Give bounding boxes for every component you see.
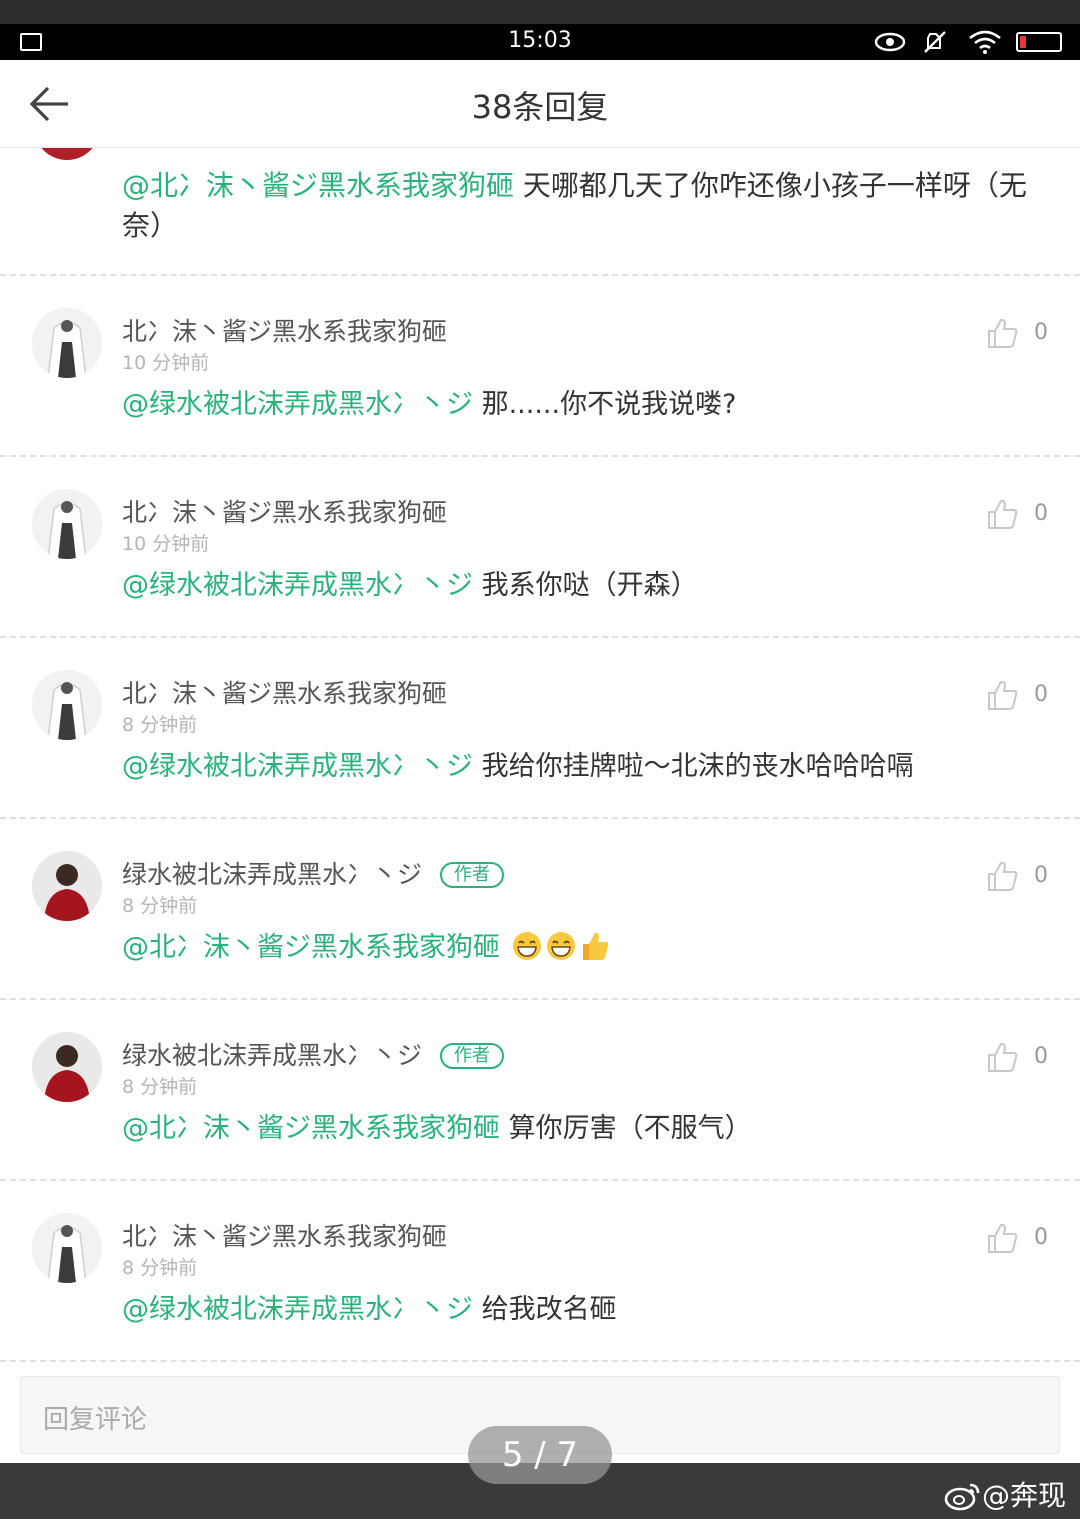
author-badge: 作者 — [440, 1043, 505, 1069]
timestamp: 8 分钟前 — [122, 1257, 198, 1279]
thumbs-up-icon[interactable] — [986, 316, 1020, 350]
list-item: 绿水被北沫弄成黑水冫丶ジ 作者 8 分钟前 @北冫沫丶酱ジ黑水系我家狗砸 0 — [0, 819, 1080, 1000]
like-count: 0 — [1034, 682, 1048, 707]
thumbs-up-icon[interactable] — [986, 1221, 1020, 1255]
page-title: 38条回复 — [471, 88, 609, 126]
mention-link[interactable]: @绿水被北沫弄成黑水冫丶ジ — [122, 570, 473, 601]
thumbs-up-icon[interactable] — [986, 1040, 1020, 1074]
mention-link[interactable]: @绿水被北沫弄成黑水冫丶ジ — [122, 1294, 473, 1325]
reply-placeholder: 回复评论 — [43, 1405, 148, 1435]
thumbs-up-emoji-icon — [582, 932, 608, 960]
wifi-icon — [969, 30, 1001, 54]
like-count: 0 — [1034, 501, 1048, 526]
battery-icon — [1016, 32, 1062, 52]
avatar[interactable] — [32, 489, 102, 559]
thumbs-up-icon[interactable] — [986, 497, 1020, 531]
like-count: 0 — [1034, 320, 1048, 345]
list-item: 北冫沫丶酱ジ黑水系我家狗砸 10 分钟前 @绿水被北沫弄成黑水冫丶ジ 我系你哒（… — [0, 457, 1080, 638]
avatar[interactable] — [32, 1213, 102, 1283]
thumbs-up-icon[interactable] — [986, 859, 1020, 893]
avatar[interactable] — [32, 308, 102, 378]
watermark: @奔现 — [944, 1474, 1066, 1514]
mention-link[interactable]: @绿水被北沫弄成黑水冫丶ジ — [122, 751, 473, 782]
like-count: 0 — [1034, 1225, 1048, 1250]
username[interactable]: 北冫沫丶酱ジ黑水系我家狗砸 — [122, 493, 447, 529]
weibo-logo-icon — [944, 1483, 980, 1511]
thumbs-up-icon[interactable] — [986, 678, 1020, 712]
laughing-emoji-icon — [512, 932, 541, 960]
timestamp: 8 分钟前 — [122, 1076, 198, 1098]
timestamp: 10 分钟前 — [122, 533, 210, 555]
mention-link[interactable]: @绿水被北沫弄成黑水冫丶ジ — [122, 389, 473, 420]
username[interactable]: 绿水被北沫弄成黑水冫丶ジ 作者 — [122, 855, 505, 891]
comment-text: @绿水被北沫弄成黑水冫丶ジ 我系你哒（开森） — [122, 570, 698, 601]
username[interactable]: 北冫沫丶酱ジ黑水系我家狗砸 — [122, 674, 447, 710]
avatar[interactable] — [32, 1032, 102, 1102]
comment-text: @北冫沫丶酱ジ黑水系我家狗砸 — [122, 925, 611, 964]
mention-link[interactable]: @北冫沫丶酱ジ黑水系我家狗砸 — [122, 932, 500, 963]
list-item: 绿水被北沫弄成黑水冫丶ジ 作者 8 分钟前 @北冫沫丶酱ジ黑水系我家狗砸 算你厉害… — [0, 1000, 1080, 1181]
timestamp: 10 分钟前 — [122, 352, 210, 374]
timestamp: 8 分钟前 — [122, 714, 198, 736]
list-item: 北冫沫丶酱ジ黑水系我家狗砸 10 分钟前 @绿水被北沫弄成黑水冫丶ジ 那....… — [0, 276, 1080, 457]
comment-text: @绿水被北沫弄成黑水冫丶ジ 那......你不说我说喽? — [122, 389, 737, 420]
status-time: 15:03 — [508, 28, 572, 53]
mention-link[interactable]: @北冫沫丶酱ジ黑水系我家狗砸 — [122, 169, 514, 202]
comment-text: @北冫沫丶酱ジ黑水系我家狗砸 算你厉害（不服气） — [122, 1113, 752, 1144]
username[interactable]: 绿水被北沫弄成黑水冫丶ジ 作者 — [122, 1036, 505, 1072]
author-badge: 作者 — [440, 862, 505, 888]
eye-icon — [874, 32, 906, 52]
page-header: 38条回复 — [0, 60, 1080, 148]
list-item: 北冫沫丶酱ジ黑水系我家狗砸 8 分钟前 @绿水被北沫弄成黑水冫丶ジ 给我改名砸 … — [0, 1181, 1080, 1362]
comment-text: @绿水被北沫弄成黑水冫丶ジ 给我改名砸 — [122, 1294, 617, 1325]
laughing-emoji-icon — [546, 932, 575, 960]
comment-text: @北冫沫丶酱ジ黑水系我家狗砸 天哪都几天了你咋还像小孩子一样呀（无奈） — [122, 169, 1027, 242]
username[interactable]: 北冫沫丶酱ジ黑水系我家狗砸 — [122, 1217, 447, 1253]
top-dark-strip — [0, 0, 1080, 24]
comment-text: @绿水被北沫弄成黑水冫丶ジ 我给你挂牌啦～北沫的丧水哈哈哈嗝 — [122, 751, 914, 782]
mention-link[interactable]: @北冫沫丶酱ジ黑水系我家狗砸 — [122, 1113, 500, 1144]
list-item: 北冫沫丶酱ジ黑水系我家狗砸 8 分钟前 @绿水被北沫弄成黑水冫丶ジ 我给你挂牌啦… — [0, 638, 1080, 819]
like-count: 0 — [1034, 1044, 1048, 1069]
avatar[interactable] — [34, 148, 100, 160]
username[interactable]: 北冫沫丶酱ジ黑水系我家狗砸 — [122, 312, 447, 348]
mute-icon — [924, 31, 946, 53]
avatar[interactable] — [32, 851, 102, 921]
status-bar: 15:03 — [0, 24, 1080, 60]
page-indicator: 5 / 7 — [468, 1426, 612, 1484]
list-item: @北冫沫丶酱ジ黑水系我家狗砸 天哪都几天了你咋还像小孩子一样呀（无奈） — [0, 148, 1080, 276]
timestamp: 8 分钟前 — [122, 895, 198, 917]
avatar[interactable] — [32, 670, 102, 740]
like-count: 0 — [1034, 863, 1048, 888]
reply-list[interactable]: @北冫沫丶酱ジ黑水系我家狗砸 天哪都几天了你咋还像小孩子一样呀（无奈） 北冫沫丶… — [0, 148, 1080, 1362]
